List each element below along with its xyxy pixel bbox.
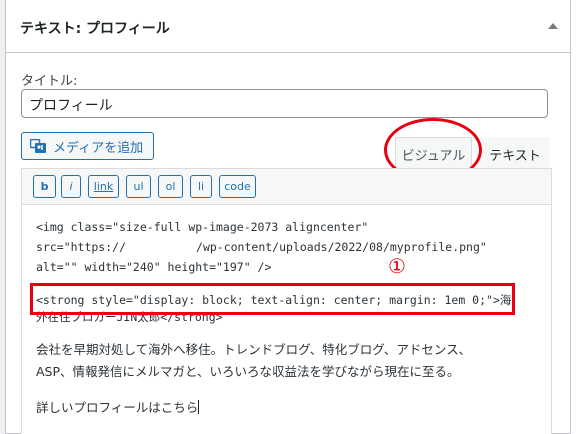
title-field-label: タイトル: [21, 74, 78, 89]
add-media-label: メディアを追加 [53, 140, 144, 156]
paragraph-line: ASP、情報発信にメルマガと、いろいろな収益法を学びながら現在に至る。 [36, 364, 460, 379]
annotation-marker-1: ① [388, 254, 406, 278]
list-item-button[interactable]: li [190, 175, 212, 198]
quicktags-toolbar: b i link ul ol li code [22, 169, 551, 205]
widget-title: テキスト: プロフィール [20, 21, 170, 37]
url-start: src="https:// [36, 240, 127, 254]
ordered-list-button[interactable]: ol [158, 175, 183, 198]
title-input[interactable]: プロフィール [21, 89, 548, 118]
code-button[interactable]: code [219, 175, 256, 198]
code-line: alt="" width="240" height="197" /> [36, 260, 272, 274]
widget-header[interactable]: テキスト: プロフィール [6, 0, 570, 53]
tab-text[interactable]: テキスト [480, 137, 550, 171]
code-line: <img class="size-full wp-image-2073 alig… [36, 220, 369, 234]
url-end: /wp-content/uploads/2022/08/myprofile.pn… [196, 240, 487, 254]
editor-textarea[interactable]: <img class="size-full wp-image-2073 alig… [36, 217, 541, 419]
paragraph-line: 会社を早期対処して海外へ移住。トレンドブログ、特化ブログ、アドセンス、 [36, 342, 472, 357]
link-button[interactable]: link [88, 175, 119, 198]
unordered-list-button[interactable]: ul [126, 175, 151, 198]
italic-button[interactable]: i [61, 175, 81, 198]
collapse-arrow-icon[interactable] [548, 23, 558, 29]
profile-link-text: 詳しいプロフィールはこちら [36, 400, 199, 415]
code-line: src="https:// /wp-content/uploads/2022/08… [36, 237, 541, 257]
annotation-highlight-box [30, 283, 515, 315]
paragraph-line: 詳しいプロフィールはこちら [36, 397, 541, 419]
media-icon [30, 138, 46, 153]
add-media-button[interactable]: メディアを追加 [21, 132, 154, 160]
text-cursor [198, 400, 200, 414]
bold-button[interactable]: b [33, 175, 56, 198]
